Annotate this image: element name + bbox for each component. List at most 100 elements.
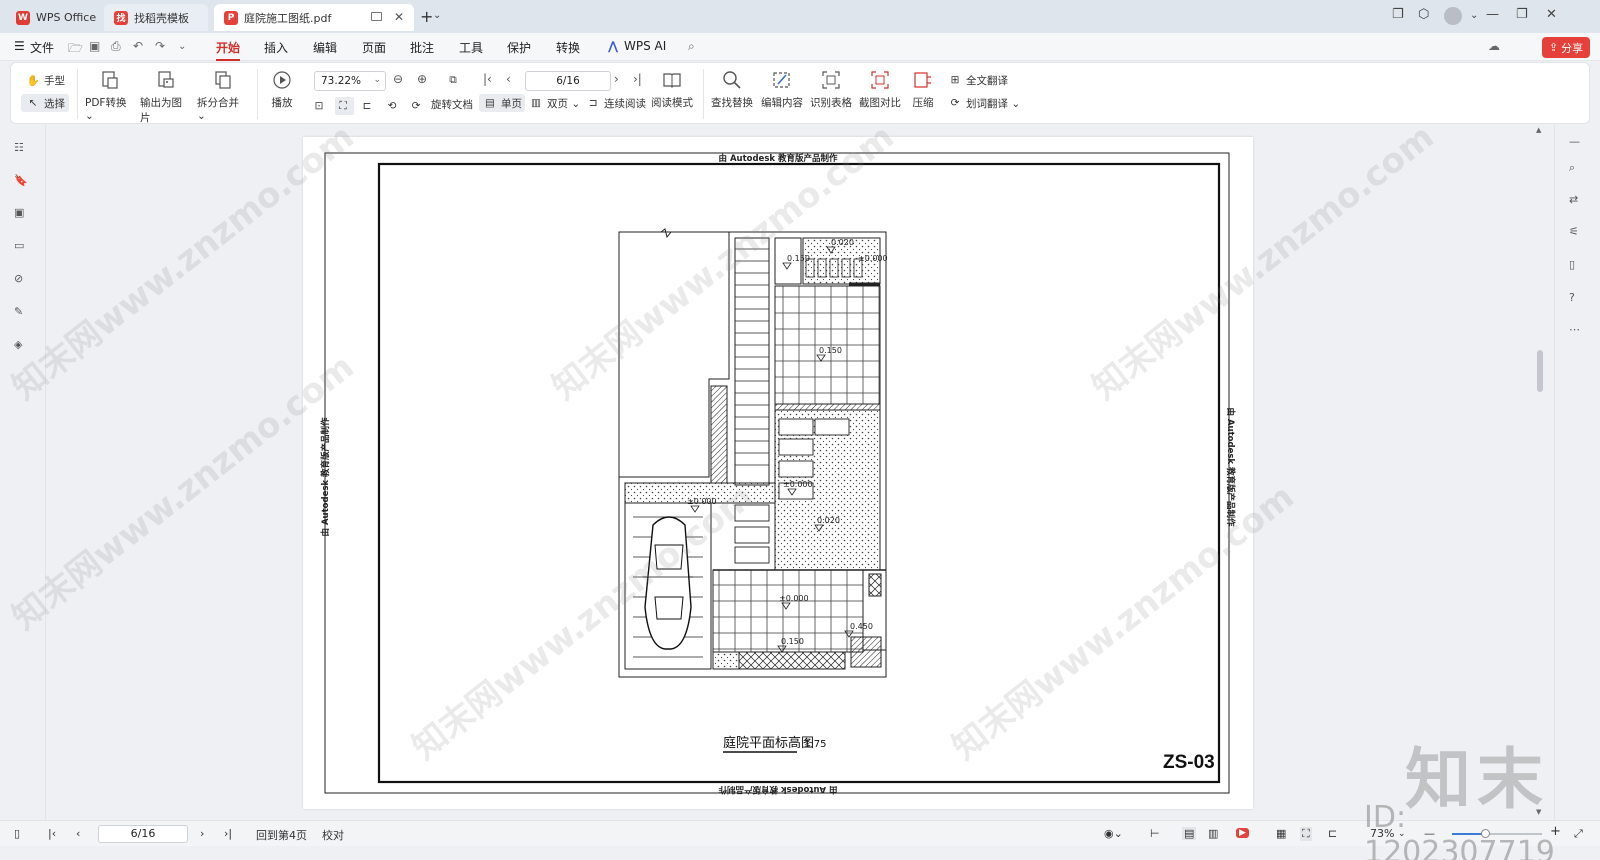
menu-tools[interactable]: 工具 — [459, 39, 483, 56]
crop-icon[interactable]: ⊏ — [1328, 827, 1337, 840]
grid-view-icon[interactable]: ▦ — [1276, 827, 1286, 840]
menu-protect[interactable]: 保护 — [507, 39, 531, 56]
scroll-thumb[interactable] — [1537, 350, 1543, 392]
fit-page-button[interactable]: ⛶ — [335, 97, 354, 115]
prev-page-icon[interactable]: ‹ — [506, 72, 511, 86]
menu-insert[interactable]: 插入 — [264, 39, 288, 56]
continuous-read-button[interactable]: ⊐ 连续阅读 — [585, 94, 646, 112]
find-replace-button[interactable]: 查找替换 — [711, 69, 753, 110]
convert-icon[interactable]: ⇄ — [1569, 193, 1587, 211]
undo-icon[interactable]: ↶ — [133, 39, 143, 53]
fit-page-status-icon[interactable]: ⛶ — [1300, 827, 1312, 841]
more-chevron-icon[interactable]: ⌄ — [178, 41, 186, 52]
comment-icon[interactable]: ▭ — [14, 239, 32, 257]
sidebar-toggle-icon[interactable]: ▯ — [14, 827, 20, 840]
share-button[interactable]: ⇪ 分享 — [1542, 37, 1590, 58]
proofread-button[interactable]: 校对 — [322, 827, 344, 843]
menu-edit[interactable]: 编辑 — [313, 39, 337, 56]
menu-comment[interactable]: 批注 — [410, 39, 434, 56]
first-page-icon[interactable]: |‹ — [483, 72, 492, 86]
tab-pdf-document[interactable]: P 庭院施工图纸.pdf ✕ — [214, 4, 414, 31]
full-translate-button[interactable]: ⊞ 全文翻译 — [947, 71, 1008, 89]
bookmark-icon[interactable]: 🔖 — [14, 174, 32, 192]
compress-button[interactable]: 压缩 — [909, 69, 937, 110]
attachment-icon[interactable]: ⊘ — [14, 272, 32, 290]
save-icon[interactable]: ▣ — [89, 39, 100, 53]
prev-page-icon[interactable]: ‹ — [76, 827, 80, 840]
hand-tool-button[interactable]: ✋ 手型 — [25, 71, 65, 89]
close-window-icon[interactable]: ✕ — [1546, 7, 1557, 22]
fit-width-button[interactable]: ⊏ — [359, 97, 378, 115]
tab-list-chevron-icon[interactable]: ⌄ — [433, 10, 441, 21]
rotate-left-button[interactable]: ⟲ — [384, 97, 403, 115]
menu-file[interactable]: 文件 — [30, 39, 54, 56]
outline-icon[interactable]: ☷ — [14, 141, 32, 159]
redo-icon[interactable]: ↷ — [155, 39, 165, 53]
pdf-convert-button[interactable]: PDF转换 ⌄ — [85, 69, 135, 122]
minimize-icon[interactable]: — — [1486, 7, 1499, 22]
edit-content-button[interactable]: 编辑内容 — [761, 69, 803, 110]
eye-icon[interactable]: ◉⌄ — [1104, 827, 1123, 840]
open-folder-icon[interactable]: 🗁 — [68, 39, 83, 60]
menu-page[interactable]: 页面 — [362, 39, 386, 56]
screenshot-compare-button[interactable]: 截图对比 — [859, 69, 901, 110]
double-page-status-icon[interactable]: ▥ — [1208, 827, 1218, 840]
rotate-right-button[interactable]: ⟳ — [408, 97, 427, 115]
menu-convert[interactable]: 转换 — [556, 39, 580, 56]
next-page-icon[interactable]: › — [200, 827, 204, 840]
thumbnail-icon[interactable]: ▣ — [14, 206, 32, 224]
window-copy-icon[interactable]: ❐ — [1392, 7, 1404, 22]
menu-wps-ai[interactable]: WPS AI — [624, 39, 666, 53]
tab-templates[interactable]: 找 找稻壳模板 — [104, 4, 208, 31]
account-dropdown-icon[interactable]: ⌄ — [1470, 10, 1478, 21]
single-page-button[interactable]: ▤ 单页 — [479, 94, 525, 112]
settings-sliders-icon[interactable]: ⚟ — [1569, 225, 1587, 243]
box-icon[interactable]: ⬡ — [1418, 7, 1429, 22]
select-tool-button[interactable]: ↖ 选择 — [21, 94, 69, 112]
search-icon[interactable]: ⌕ — [1569, 161, 1587, 179]
last-page-icon[interactable]: ›| — [633, 72, 642, 86]
export-image-button[interactable]: 输出为图片 — [140, 69, 192, 125]
search-icon[interactable]: ⌕ — [688, 39, 695, 54]
close-tab-icon[interactable]: ✕ — [394, 10, 404, 24]
next-page-icon[interactable]: › — [614, 72, 619, 86]
first-page-icon[interactable]: |‹ — [48, 827, 56, 840]
signature-icon[interactable]: ✎ — [14, 305, 32, 323]
vertical-scrollbar[interactable]: ▲ ▼ — [1536, 126, 1544, 820]
avatar[interactable] — [1444, 7, 1462, 25]
recognize-table-button[interactable]: 识别表格 — [810, 69, 852, 110]
print-icon[interactable]: ⎙ — [111, 39, 121, 54]
back-to-page-link[interactable]: 回到第4页 — [256, 827, 307, 843]
help-icon[interactable]: ? — [1569, 291, 1587, 309]
more-icon[interactable]: ⋯ — [1569, 323, 1587, 341]
book-search-icon[interactable]: ▯ — [1569, 258, 1587, 276]
play-button[interactable]: 播放 — [265, 69, 299, 110]
collapse-icon[interactable]: — — [1569, 135, 1587, 153]
scroll-up-icon[interactable]: ▲ — [1536, 126, 1541, 134]
restore-icon[interactable]: ❐ — [1516, 7, 1528, 22]
status-page-input[interactable]: 6/16 — [98, 825, 188, 843]
page-number-input[interactable]: 6/16 — [525, 71, 611, 91]
rotate-doc-icon-button[interactable]: ⧉ — [445, 71, 464, 89]
new-tab-icon[interactable]: + — [420, 7, 433, 26]
layers-icon[interactable]: ◈ — [14, 338, 32, 356]
zoom-out-icon[interactable]: ⊖ — [393, 72, 403, 86]
actual-size-button[interactable]: ⊡ — [311, 97, 330, 115]
last-page-icon[interactable]: ›| — [224, 827, 232, 840]
read-mode-button[interactable]: 阅读模式 — [649, 69, 695, 110]
split-merge-button[interactable]: 拆分合并 ⌄ — [197, 69, 249, 122]
play-status-icon[interactable]: ▶ — [1236, 828, 1249, 838]
double-page-button[interactable]: ▥ 双页 ⌄ — [528, 94, 580, 112]
document-viewer[interactable]: 0.020 0.150 ±0.000 0.150 ±0.000 0.020 ±0… — [47, 125, 1507, 820]
menu-start[interactable]: 开始 — [216, 39, 241, 61]
single-page-status-icon[interactable]: ▤ — [1182, 827, 1197, 840]
tab-wps-office[interactable]: W WPS Office — [6, 4, 98, 31]
hamburger-icon[interactable]: ☰ — [14, 39, 25, 53]
fit-width-status-icon[interactable]: ⊢ — [1150, 827, 1160, 840]
word-translate-button[interactable]: ⟳ 划词翻译 ⌄ — [947, 94, 1021, 112]
zoom-select[interactable]: 73.22% ⌄ — [314, 71, 386, 91]
rotate-doc-button[interactable]: 旋转文档 — [431, 95, 473, 113]
monitor-icon[interactable] — [371, 12, 382, 21]
zoom-in-icon[interactable]: ⊕ — [417, 72, 427, 86]
cloud-upload-icon[interactable]: ☁ — [1488, 39, 1500, 53]
